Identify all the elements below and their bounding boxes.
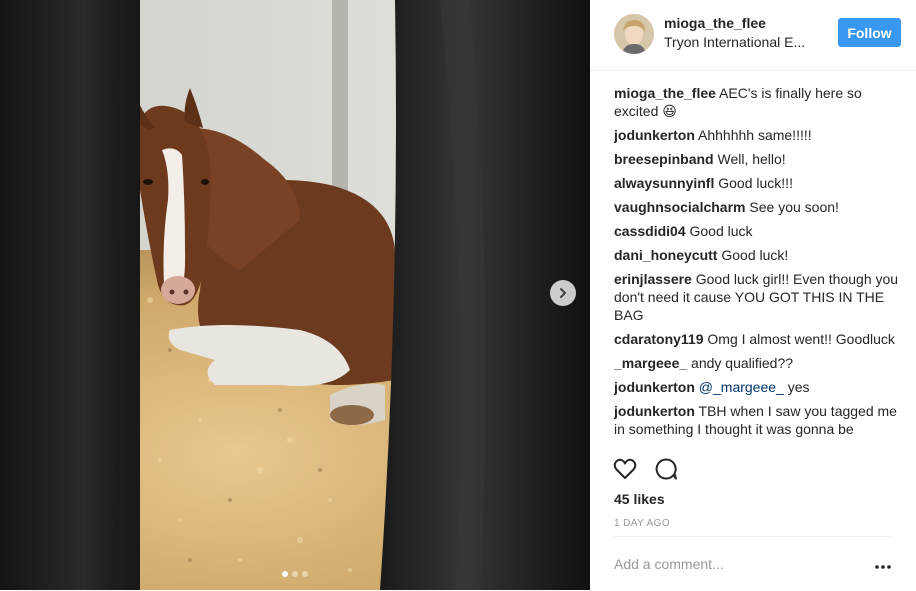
comment-text: See you soon! (745, 199, 839, 215)
follow-button[interactable]: Follow (838, 18, 901, 47)
post-header: mioga_the_flee Tryon International E... … (590, 0, 916, 71)
comment-item: dani_honeycutt Good luck! (614, 246, 904, 264)
comment-mention[interactable]: @_margeee_ (695, 379, 784, 395)
comment-text: yes (783, 379, 810, 395)
comment-item: erinjlassere Good luck girl!! Even thoug… (614, 270, 904, 324)
heart-icon[interactable] (612, 456, 638, 482)
more-options-icon[interactable] (874, 559, 892, 569)
comment-text: Ahhhhhh same!!!!! (694, 127, 812, 143)
carousel-dot (282, 571, 288, 577)
comment-username[interactable]: erinjlassere (614, 271, 692, 287)
comment-username[interactable]: breesepinband (614, 151, 714, 167)
carousel-indicator (0, 571, 590, 577)
comment-username[interactable]: mioga_the_flee (614, 85, 716, 101)
comment-username[interactable]: jodunkerton (614, 403, 695, 419)
comment-username[interactable]: jodunkerton (614, 127, 695, 143)
comment-username[interactable]: jodunkerton (614, 379, 695, 395)
horse-photo (0, 0, 590, 590)
comment-item: jodunkerton TBH when I saw you tagged me… (614, 402, 904, 438)
carousel-dot (302, 571, 308, 577)
comment-text: Good luck!!! (714, 175, 793, 191)
comment-text: Good luck (685, 223, 753, 239)
post-timestamp[interactable]: 1 DAY AGO (614, 518, 670, 529)
comment-item: cdaratony119 Omg I almost went!! Goodluc… (614, 330, 904, 348)
post-actions (590, 456, 916, 488)
comment-item: jodunkerton @_margeee_ yes (614, 378, 904, 396)
comment-username[interactable]: alwaysunnyinfl (614, 175, 714, 191)
post-location[interactable]: Tryon International E... (664, 34, 824, 50)
chevron-right-icon (557, 287, 569, 299)
post-username[interactable]: mioga_the_flee (664, 15, 766, 31)
comment-username[interactable]: cdaratony119 (614, 331, 704, 347)
comment-username[interactable]: _margeee_ (614, 355, 687, 371)
likes-count[interactable]: 45 likes (614, 491, 665, 507)
comment-text: Well, hello! (713, 151, 786, 167)
add-comment-bar (614, 536, 892, 591)
carousel-dot (292, 571, 298, 577)
post-photo[interactable] (0, 0, 590, 590)
avatar[interactable] (614, 14, 654, 54)
comment-item: vaughnsocialcharm See you soon! (614, 198, 904, 216)
comment-username[interactable]: vaughnsocialcharm (614, 199, 746, 215)
comments-list: mioga_the_flee AEC's is finally here so … (614, 84, 904, 448)
comment-item: cassdidi04 Good luck (614, 222, 904, 240)
comment-input[interactable] (614, 554, 854, 574)
comment-icon[interactable] (653, 456, 679, 482)
comment-text: andy qualified?? (687, 355, 794, 371)
comment-item: breesepinband Well, hello! (614, 150, 904, 168)
post-details-panel: mioga_the_flee Tryon International E... … (590, 0, 916, 590)
comment-username[interactable]: dani_honeycutt (614, 247, 717, 263)
comment-item: mioga_the_flee AEC's is finally here so … (614, 84, 904, 120)
comment-text: Good luck! (717, 247, 789, 263)
comment-item: jodunkerton Ahhhhhh same!!!!! (614, 126, 904, 144)
comment-item: alwaysunnyinfl Good luck!!! (614, 174, 904, 192)
comment-item: _margeee_ andy qualified?? (614, 354, 904, 372)
comment-username[interactable]: cassdidi04 (614, 223, 686, 239)
comment-text: Omg I almost went!! Goodluck (703, 331, 895, 347)
next-slide-button[interactable] (550, 280, 576, 306)
